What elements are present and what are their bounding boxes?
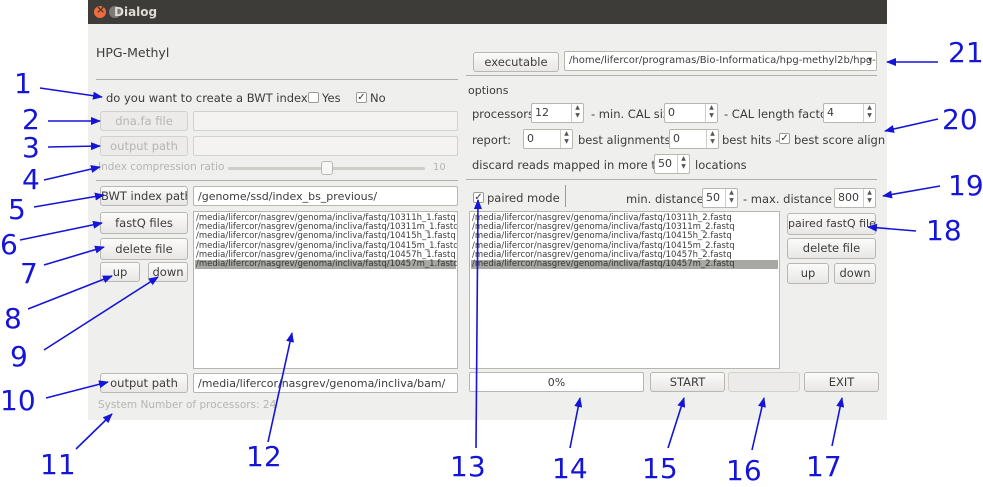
arrow-20 [884, 118, 939, 133]
arrow-19 [882, 185, 941, 199]
arrow-14 [569, 397, 583, 449]
annotation-7: 7 [20, 257, 38, 290]
annotation-10: 10 [0, 384, 36, 417]
annotation-11: 11 [40, 448, 76, 481]
arrow-3 [47, 142, 101, 151]
annotation-9: 9 [10, 340, 28, 373]
annotation-17: 17 [806, 450, 842, 483]
arrow-7 [43, 245, 105, 266]
annotation-15: 15 [642, 452, 678, 485]
annotation-3: 3 [22, 131, 40, 164]
annotation-13: 13 [450, 450, 486, 483]
arrow-4 [43, 165, 101, 181]
annotation-19: 19 [948, 169, 983, 202]
arrow-18 [867, 223, 917, 232]
annotation-21: 21 [948, 36, 983, 69]
annotation-20: 20 [942, 103, 978, 136]
arrow-9 [43, 276, 159, 351]
arrow-12 [267, 332, 294, 443]
annotation-4: 4 [22, 163, 40, 196]
annotation-18: 18 [926, 214, 962, 247]
arrow-8 [27, 275, 113, 310]
arrow-16 [751, 397, 766, 451]
arrow-6 [19, 220, 103, 241]
arrow-13 [473, 199, 482, 449]
arrow-5 [33, 192, 105, 208]
annotation-arrows [19, 58, 941, 451]
arrow-10 [45, 380, 109, 399]
annotation-12: 12 [246, 440, 282, 473]
annotation-6: 6 [0, 228, 18, 261]
annotation-8: 8 [4, 302, 22, 335]
arrow-17 [831, 397, 845, 447]
annotation-14: 14 [552, 452, 588, 485]
annotation-5: 5 [8, 193, 26, 226]
annotation-16: 16 [726, 454, 762, 487]
arrow-1 [39, 87, 103, 100]
arrow-11 [75, 413, 113, 450]
annotation-1: 1 [14, 67, 32, 100]
arrow-15 [667, 397, 686, 449]
